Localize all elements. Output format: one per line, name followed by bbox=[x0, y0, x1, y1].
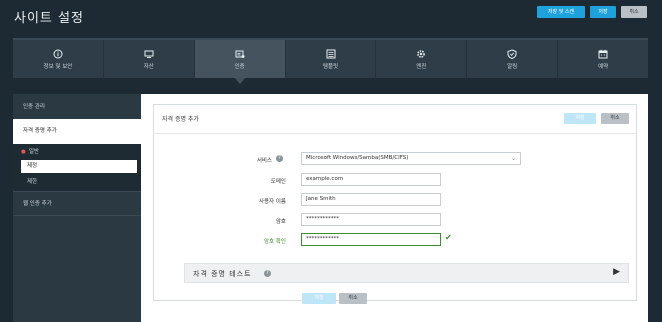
credential-card: 자격 증명 추가 저장 취소 서비스 ? Microsoft Windows/S… bbox=[153, 104, 638, 304]
tab-schedule[interactable]: 예약 bbox=[558, 40, 648, 78]
tab-label: 템플릿 bbox=[322, 64, 339, 70]
engine-icon bbox=[416, 49, 426, 59]
sidebar: 인증 관리 자격 증명 추가 ● 일반 제정 제한 웹 인증 추가 bbox=[13, 94, 141, 322]
tab-label: 정보 및 보안 bbox=[43, 64, 73, 70]
sidebar-item-add-web-auth[interactable]: 웹 인증 추가 bbox=[13, 197, 141, 211]
tab-assets[interactable]: 자산 bbox=[104, 40, 195, 78]
cancel-button[interactable]: 취소 bbox=[621, 6, 647, 18]
sidebar-subitem-account[interactable]: 제정 bbox=[21, 160, 137, 173]
tab-label: 엔진 bbox=[416, 64, 427, 70]
sidebar-submenu: ● 일반 제정 제한 bbox=[13, 144, 141, 191]
shield-icon bbox=[507, 49, 517, 59]
page-title: 사이트 설정 bbox=[14, 11, 84, 26]
required-dot-icon: ● bbox=[21, 149, 26, 155]
sidebar-item-add-credentials[interactable]: 자격 증명 추가 bbox=[13, 119, 141, 144]
password-input[interactable]: ************ bbox=[301, 213, 441, 226]
test-credentials-label: 자격 증명 테스트 bbox=[193, 270, 252, 278]
card-divider bbox=[154, 133, 638, 134]
calendar-icon bbox=[598, 49, 608, 59]
chevron-down-icon: ⌄ bbox=[510, 155, 516, 162]
template-icon bbox=[326, 49, 336, 59]
sidebar-divider bbox=[13, 191, 141, 192]
tab-label: 인증 bbox=[234, 64, 245, 70]
domain-input[interactable]: example.com bbox=[301, 173, 441, 186]
sidebar-divider bbox=[13, 215, 141, 216]
service-select[interactable]: Microsoft Windows/Samba(SMB/CIFS) ⌄ bbox=[301, 152, 521, 165]
confirm-password-input[interactable]: ************ bbox=[301, 233, 441, 246]
save-and-scan-button[interactable]: 저장 및 스캔 bbox=[537, 6, 585, 18]
card-title: 자격 증명 추가 bbox=[162, 116, 199, 123]
username-label: 사용자 이름 bbox=[258, 199, 286, 205]
sidebar-subitem-general[interactable]: ● 일반 bbox=[21, 147, 39, 157]
test-credentials-bar[interactable]: 자격 증명 테스트 ? ▶ bbox=[184, 263, 629, 283]
tab-engines[interactable]: 엔진 bbox=[376, 40, 468, 78]
check-icon: ✔ bbox=[445, 233, 452, 242]
settings-nav: 정보 및 보안 자산 인증 템플릿 엔진 알림 예약 bbox=[13, 38, 648, 84]
tab-authentication[interactable]: 인증 bbox=[194, 40, 286, 84]
confirm-password-label: 암호 확인 bbox=[264, 239, 286, 245]
service-select-value: Microsoft Windows/Samba(SMB/CIFS) bbox=[306, 155, 409, 161]
tab-label: 알림 bbox=[507, 64, 518, 70]
subitem-label: 일반 bbox=[28, 149, 39, 155]
sidebar-subitem-restrictions[interactable]: 제한 bbox=[21, 177, 37, 187]
authentication-icon bbox=[235, 49, 245, 59]
info-icon bbox=[53, 49, 63, 59]
tab-templates[interactable]: 템플릿 bbox=[286, 40, 377, 78]
sidebar-item-manage-auth[interactable]: 인증 관리 bbox=[13, 100, 141, 114]
tab-alerts[interactable]: 알림 bbox=[467, 40, 559, 78]
footer-cancel-button[interactable]: 취소 bbox=[339, 293, 367, 304]
tab-label: 예약 bbox=[598, 64, 609, 70]
chevron-right-icon: ▶ bbox=[613, 267, 620, 277]
help-icon[interactable]: ? bbox=[276, 155, 283, 162]
service-label: 서비스 bbox=[256, 158, 272, 164]
card-cancel-button[interactable]: 취소 bbox=[601, 113, 629, 124]
card-save-button[interactable]: 저장 bbox=[564, 113, 596, 124]
help-icon[interactable]: ? bbox=[264, 270, 271, 277]
password-label: 암호 bbox=[275, 219, 286, 225]
username-input[interactable]: Jane Smith bbox=[301, 193, 441, 206]
domain-label: 도메인 bbox=[270, 179, 286, 185]
save-button[interactable]: 저장 bbox=[590, 6, 616, 18]
top-bar: 사이트 설정 저장 및 스캔 저장 취소 bbox=[0, 0, 662, 38]
assets-icon bbox=[144, 49, 154, 59]
tab-label: 자산 bbox=[143, 64, 154, 70]
footer-save-button[interactable]: 저장 bbox=[302, 293, 336, 304]
tab-general[interactable]: 정보 및 보안 bbox=[13, 40, 104, 78]
main-content: 자격 증명 추가 저장 취소 서비스 ? Microsoft Windows/S… bbox=[141, 94, 648, 322]
